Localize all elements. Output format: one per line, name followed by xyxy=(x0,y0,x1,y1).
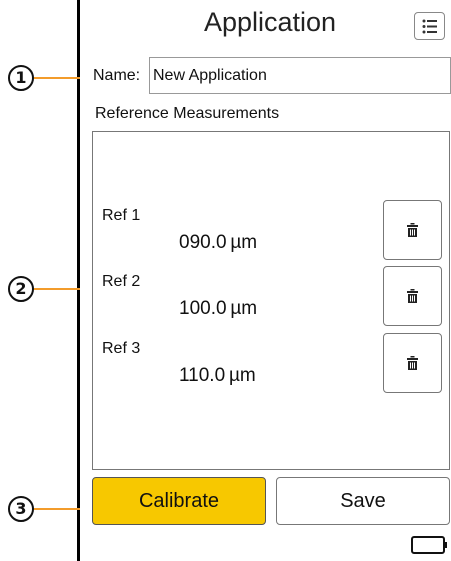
reference-measurements-heading: Reference Measurements xyxy=(95,105,280,122)
trash-icon xyxy=(407,223,418,237)
save-button[interactable]: Save xyxy=(276,477,450,525)
list-menu-icon xyxy=(422,19,437,34)
callout-number: 3 xyxy=(8,496,34,522)
name-label: Name: xyxy=(93,67,141,84)
delete-reference-button[interactable] xyxy=(383,200,442,260)
calibrate-button[interactable]: Calibrate xyxy=(92,477,266,525)
reference-label: Ref 1 xyxy=(102,207,141,224)
reference-list: Ref 1 090.0 µm Ref 2 100.0 µm Ref 3 110.… xyxy=(92,131,450,470)
delete-reference-button[interactable] xyxy=(383,266,442,326)
callout-2: 2 xyxy=(4,276,80,302)
callout-line xyxy=(34,77,80,79)
reference-row: Ref 1 090.0 µm xyxy=(93,200,449,266)
reference-value: 100.0 µm xyxy=(179,298,258,319)
delete-reference-button[interactable] xyxy=(383,333,442,393)
trash-icon xyxy=(407,289,418,303)
callout-1: 1 xyxy=(4,65,80,91)
menu-button[interactable] xyxy=(414,12,445,40)
reference-value: 110.0 µm xyxy=(179,365,256,386)
name-input[interactable] xyxy=(149,57,451,94)
reference-label: Ref 2 xyxy=(102,273,141,290)
reference-label: Ref 3 xyxy=(102,340,141,357)
page-title: Application xyxy=(203,7,337,37)
battery-icon xyxy=(411,536,447,554)
callout-3: 3 xyxy=(4,496,80,522)
reference-row: Ref 3 110.0 µm xyxy=(93,333,449,399)
reference-value: 090.0 µm xyxy=(179,232,258,253)
trash-icon xyxy=(407,356,418,370)
callout-number: 2 xyxy=(8,276,34,302)
reference-row: Ref 2 100.0 µm xyxy=(93,266,449,332)
callout-line xyxy=(34,288,80,290)
callout-line xyxy=(34,508,80,510)
callout-number: 1 xyxy=(8,65,34,91)
